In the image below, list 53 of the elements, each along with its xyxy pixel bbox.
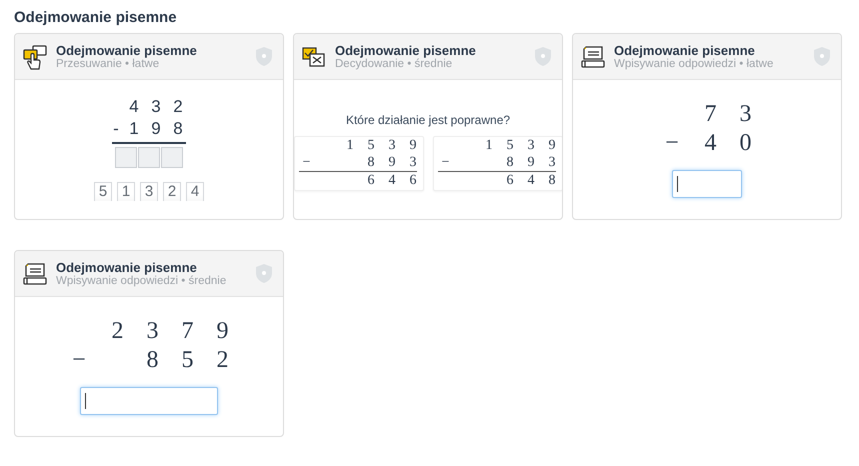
digit-tile[interactable]: 4 xyxy=(186,182,204,201)
exercise-card[interactable]: Odejmowanie pisemne Przesuwanie • łatwe 4 3 2 - 1 9 8 5 1 3 2 4 xyxy=(14,33,284,220)
digit: 2 xyxy=(110,317,124,346)
digit: 4 xyxy=(128,97,140,117)
digit: 3 xyxy=(150,97,162,117)
exercise-card[interactable]: Odejmowanie pisemne Wpisywanie odpowiedzi • średnie 2 3 7 9 − 8 5 2 xyxy=(14,250,284,437)
digit: 5 xyxy=(180,346,194,375)
digit: 9 xyxy=(150,119,162,139)
card-subtitle: Przesuwanie • łatwe xyxy=(56,58,160,70)
answer-slot[interactable] xyxy=(115,147,137,168)
card-title: Odejmowanie pisemne xyxy=(335,43,477,58)
digit: 8 xyxy=(146,346,160,375)
digit: 9 xyxy=(216,317,230,346)
card-subtitle: Decydowanie • średnie xyxy=(335,58,454,70)
digit: 3 xyxy=(146,317,160,346)
digit: 1 xyxy=(128,119,140,139)
digit: 0 xyxy=(738,129,752,158)
minus-sign: − xyxy=(664,129,680,158)
answer-option[interactable]: 1 5 3 9 − 8 9 3 6 4 6 xyxy=(294,136,424,191)
shield-icon xyxy=(534,46,552,67)
digit: 7 xyxy=(180,317,194,346)
exercise-card[interactable]: Odejmowanie pisemne Wpisywanie odpowiedzi • łatwe 7 3 − 4 0 xyxy=(572,33,842,220)
answer-field[interactable] xyxy=(672,170,742,198)
drag-hand-icon xyxy=(22,42,48,70)
digit-tile[interactable]: 3 xyxy=(140,182,158,201)
answer-field[interactable] xyxy=(80,387,218,415)
answer-slot[interactable] xyxy=(161,147,183,168)
keyboard-form-icon xyxy=(22,260,48,286)
digit-tile[interactable]: 5 xyxy=(94,182,112,201)
digit: 3 xyxy=(738,100,752,129)
minus-sign: − xyxy=(71,346,87,375)
card-title: Odejmowanie pisemne xyxy=(614,43,756,58)
minus-sign: - xyxy=(112,119,120,139)
digit: 2 xyxy=(172,97,184,117)
card-subtitle: Wpisywanie odpowiedzi • średnie xyxy=(56,275,228,287)
answer-option[interactable]: 1 5 3 9 − 8 9 3 6 4 8 xyxy=(432,136,562,191)
card-title: Odejmowanie pisemne xyxy=(56,43,198,58)
digit: 8 xyxy=(172,119,184,139)
exercise-card[interactable]: Odejmowanie pisemne Decydowanie • średnie Które działanie jest poprawne? 1 5 3 9 − 8 9 3 6 4 6 1 5 3 9 − 8 9 3 6 4 8 xyxy=(293,33,563,220)
card-subtitle: Wpisywanie odpowiedzi • łatwe xyxy=(614,58,774,70)
keyboard-form-icon xyxy=(580,44,606,70)
shield-icon xyxy=(813,46,831,67)
digit: 4 xyxy=(704,129,718,158)
digit-tile[interactable]: 1 xyxy=(117,182,135,201)
digit: 2 xyxy=(216,346,230,375)
shield-icon xyxy=(255,46,273,67)
card-title: Odejmowanie pisemne xyxy=(56,260,198,275)
digit: 7 xyxy=(704,100,718,129)
question-text: Które działanie jest poprawne? xyxy=(346,113,510,127)
digit-tile[interactable]: 2 xyxy=(163,182,181,201)
section-heading: Odejmowanie pisemne xyxy=(14,9,178,26)
answer-slot[interactable] xyxy=(138,147,160,168)
shield-icon xyxy=(255,263,273,284)
